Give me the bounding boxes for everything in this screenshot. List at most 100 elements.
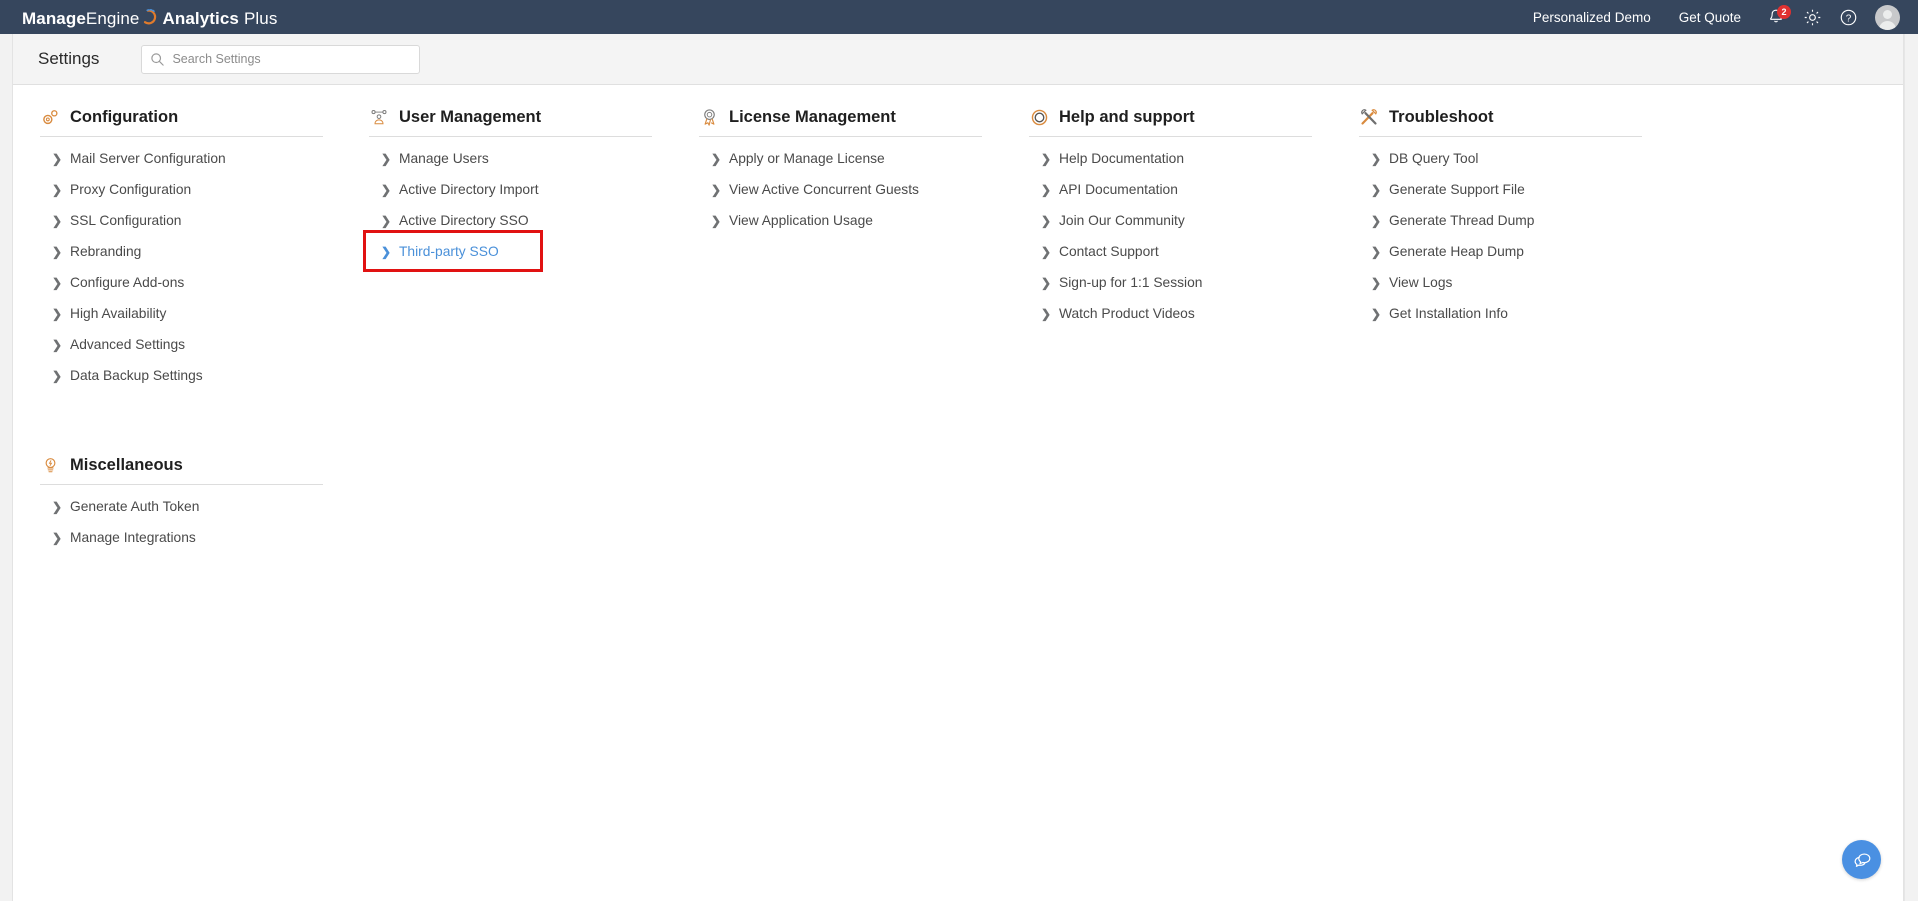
help-question-icon[interactable]: ? bbox=[1833, 2, 1863, 32]
settings-link-help-documentation[interactable]: ❯ Help Documentation bbox=[1029, 143, 1335, 174]
left-gutter bbox=[0, 34, 12, 901]
notification-count-badge: 2 bbox=[1777, 5, 1791, 19]
brand-part-engine: Engine bbox=[85, 8, 140, 28]
settings-link-view-logs[interactable]: ❯ View Logs bbox=[1359, 267, 1665, 298]
avatar-body bbox=[1879, 20, 1896, 30]
settings-section: Troubleshoot ❯ DB Query Tool ❯ Generate Supp… bbox=[1359, 107, 1665, 329]
settings-link-sign-up-for-1-1-session[interactable]: ❯ Sign-up for 1:1 Session bbox=[1029, 267, 1335, 298]
get-quote-link[interactable]: Get Quote bbox=[1665, 10, 1755, 25]
settings-column: Help and support ❯ Help Documentation ❯ API … bbox=[1029, 107, 1335, 901]
app-header: Manage Engine Analytics Plus Personalized… bbox=[0, 0, 1918, 34]
settings-link-label: Configure Add-ons bbox=[70, 275, 185, 290]
notifications-bell-icon[interactable]: 2 bbox=[1761, 2, 1791, 32]
settings-link-generate-support-file[interactable]: ❯ Generate Support File bbox=[1359, 174, 1665, 205]
chevron-right-icon: ❯ bbox=[1041, 182, 1052, 197]
section-item-list: ❯ DB Query Tool ❯ Generate Support File ❯ Gen… bbox=[1359, 137, 1665, 329]
hammer-wrench-icon bbox=[1359, 107, 1379, 127]
settings-link-manage-integrations[interactable]: ❯ Manage Integrations bbox=[40, 522, 346, 553]
settings-link-label: Generate Heap Dump bbox=[1389, 244, 1524, 259]
section-header: Configuration bbox=[40, 107, 323, 137]
settings-link-label: API Documentation bbox=[1059, 182, 1178, 197]
personalized-demo-link[interactable]: Personalized Demo bbox=[1519, 10, 1665, 25]
settings-link-db-query-tool[interactable]: ❯ DB Query Tool bbox=[1359, 143, 1665, 174]
lifebuoy-circle-icon bbox=[1029, 107, 1049, 127]
chevron-right-icon: ❯ bbox=[1041, 306, 1052, 321]
chevron-right-icon: ❯ bbox=[1371, 151, 1382, 166]
settings-link-label: Advanced Settings bbox=[70, 337, 186, 352]
chevron-right-icon: ❯ bbox=[52, 530, 63, 545]
settings-link-manage-users[interactable]: ❯ Manage Users bbox=[369, 143, 675, 174]
chevron-right-icon: ❯ bbox=[1371, 213, 1382, 228]
section-item-list: ❯ Help Documentation ❯ API Documentation ❯ Jo… bbox=[1029, 137, 1335, 329]
chevron-right-icon: ❯ bbox=[52, 275, 63, 290]
settings-link-view-application-usage[interactable]: ❯ View Application Usage bbox=[699, 205, 1005, 236]
search-input[interactable] bbox=[172, 52, 412, 66]
settings-link-get-installation-info[interactable]: ❯ Get Installation Info bbox=[1359, 298, 1665, 329]
settings-link-label: Active Directory SSO bbox=[399, 213, 529, 228]
chevron-right-icon: ❯ bbox=[1041, 213, 1052, 228]
header-actions: Personalized Demo Get Quote 2 ? bbox=[1519, 2, 1900, 32]
settings-link-advanced-settings[interactable]: ❯ Advanced Settings bbox=[40, 329, 346, 360]
settings-section: License Management ❯ Apply or Manage Licen… bbox=[699, 107, 1005, 236]
settings-link-label: Help Documentation bbox=[1059, 151, 1185, 166]
settings-link-label: Generate Auth Token bbox=[70, 499, 200, 514]
settings-link-label: Manage Users bbox=[399, 151, 489, 166]
settings-link-rebranding[interactable]: ❯ Rebranding bbox=[40, 236, 346, 267]
settings-link-label: Manage Integrations bbox=[70, 530, 196, 545]
chevron-right-icon: ❯ bbox=[711, 151, 722, 166]
settings-column: License Management ❯ Apply or Manage Licen… bbox=[699, 107, 1005, 901]
settings-link-label: Mail Server Configuration bbox=[70, 151, 226, 166]
section-header: License Management bbox=[699, 107, 982, 137]
settings-link-mail-server-configuration[interactable]: ❯ Mail Server Configuration bbox=[40, 143, 346, 174]
settings-link-label: Apply or Manage License bbox=[729, 151, 885, 166]
settings-link-label: Generate Thread Dump bbox=[1389, 213, 1535, 228]
chevron-right-icon: ❯ bbox=[52, 337, 63, 352]
page-body: Settings Configuration ❯ Mail Server Confi… bbox=[0, 34, 1918, 901]
settings-link-third-party-sso[interactable]: ❯ Third-party SSO bbox=[363, 230, 675, 272]
settings-link-view-active-concurrent-guests[interactable]: ❯ View Active Concurrent Guests bbox=[699, 174, 1005, 205]
settings-link-watch-product-videos[interactable]: ❯ Watch Product Videos bbox=[1029, 298, 1335, 329]
settings-link-high-availability[interactable]: ❯ High Availability bbox=[40, 298, 346, 329]
settings-link-label: Contact Support bbox=[1059, 244, 1159, 259]
vertical-scrollbar[interactable] bbox=[1904, 34, 1918, 901]
settings-link-generate-heap-dump[interactable]: ❯ Generate Heap Dump bbox=[1359, 236, 1665, 267]
settings-column: User Management ❯ Manage Users ❯ Active Dire… bbox=[363, 107, 675, 901]
chevron-right-icon: ❯ bbox=[52, 499, 63, 514]
chevron-right-icon: ❯ bbox=[1371, 306, 1382, 321]
user-avatar[interactable] bbox=[1875, 4, 1900, 30]
chevron-right-icon: ❯ bbox=[1041, 244, 1052, 259]
cog-gears-icon bbox=[40, 107, 60, 127]
settings-link-api-documentation[interactable]: ❯ API Documentation bbox=[1029, 174, 1335, 205]
settings-columns: Configuration ❯ Mail Server Configuration ❯… bbox=[13, 85, 1903, 901]
chevron-right-icon: ❯ bbox=[1371, 182, 1382, 197]
chevron-right-icon: ❯ bbox=[52, 151, 63, 166]
users-group-icon bbox=[369, 107, 389, 127]
settings-link-label: Third-party SSO bbox=[399, 244, 499, 259]
settings-gear-icon[interactable] bbox=[1797, 2, 1827, 32]
search-settings-box[interactable] bbox=[141, 44, 421, 74]
settings-link-label: Get Installation Info bbox=[1389, 306, 1508, 321]
section-title: License Management bbox=[729, 107, 896, 126]
settings-column: Configuration ❯ Mail Server Configuration ❯… bbox=[40, 107, 346, 901]
settings-link-configure-add-ons[interactable]: ❯ Configure Add-ons bbox=[40, 267, 346, 298]
settings-link-apply-or-manage-license[interactable]: ❯ Apply or Manage License bbox=[699, 143, 1005, 174]
settings-link-generate-auth-token[interactable]: ❯ Generate Auth Token bbox=[40, 491, 346, 522]
section-item-list: ❯ Apply or Manage License ❯ View Active Con… bbox=[699, 137, 1005, 236]
settings-link-data-backup-settings[interactable]: ❯ Data Backup Settings bbox=[40, 360, 346, 391]
app-logo[interactable]: Manage Engine Analytics Plus bbox=[22, 6, 277, 29]
settings-link-label: Proxy Configuration bbox=[70, 182, 192, 197]
settings-link-proxy-configuration[interactable]: ❯ Proxy Configuration bbox=[40, 174, 346, 205]
settings-link-active-directory-sso[interactable]: ❯ Active Directory SSO bbox=[369, 205, 675, 236]
settings-link-active-directory-import[interactable]: ❯ Active Directory Import bbox=[369, 174, 675, 205]
settings-link-contact-support[interactable]: ❯ Contact Support bbox=[1029, 236, 1335, 267]
settings-link-join-our-community[interactable]: ❯ Join Our Community bbox=[1029, 205, 1335, 236]
brand-part-manage: Manage bbox=[22, 8, 86, 28]
settings-link-label: Data Backup Settings bbox=[70, 368, 203, 383]
section-header: Miscellaneous bbox=[40, 455, 323, 485]
settings-link-generate-thread-dump[interactable]: ❯ Generate Thread Dump bbox=[1359, 205, 1665, 236]
settings-section: User Management ❯ Manage Users ❯ Active Dire… bbox=[363, 107, 675, 272]
settings-link-ssl-configuration[interactable]: ❯ SSL Configuration bbox=[40, 205, 346, 236]
section-item-list: ❯ Mail Server Configuration ❯ Proxy Configu… bbox=[40, 137, 346, 391]
chat-bubbles-icon[interactable] bbox=[1842, 840, 1881, 879]
chevron-right-icon: ❯ bbox=[1041, 275, 1052, 290]
